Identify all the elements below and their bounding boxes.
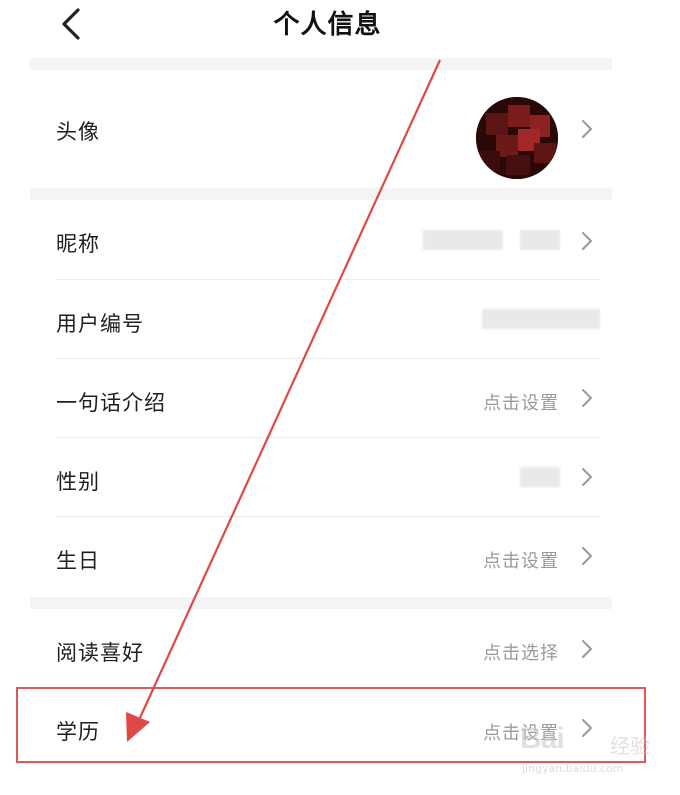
chevron-right-icon xyxy=(582,640,592,658)
row-nickname-label: 昵称 xyxy=(56,232,100,256)
chevron-right-icon xyxy=(582,547,592,565)
row-education-label: 学历 xyxy=(56,720,100,744)
row-reading-label: 阅读喜好 xyxy=(56,641,144,665)
redacted-value xyxy=(423,230,503,250)
redacted-value xyxy=(482,309,600,329)
row-intro-label: 一句话介绍 xyxy=(56,391,166,415)
row-reading-preference[interactable]: 阅读喜好 点击选择 xyxy=(30,609,612,689)
row-reading-value: 点击选择 xyxy=(483,643,559,664)
row-avatar-label: 头像 xyxy=(56,120,100,144)
chevron-right-icon xyxy=(582,719,592,737)
chevron-right-icon xyxy=(582,389,592,407)
row-user-id-label: 用户编号 xyxy=(56,312,144,336)
row-intro[interactable]: 一句话介绍 点击设置 xyxy=(30,359,612,438)
row-education-value: 点击设置 xyxy=(483,723,559,744)
row-gender[interactable]: 性别 xyxy=(30,438,612,517)
row-intro-value: 点击设置 xyxy=(483,393,559,414)
row-gender-label: 性别 xyxy=(56,470,100,494)
chevron-right-icon xyxy=(582,232,592,250)
top-nav-bar: 个人信息 xyxy=(0,0,680,58)
section-gap xyxy=(30,58,612,70)
section-gap xyxy=(30,769,612,795)
section-gap xyxy=(30,597,612,609)
row-birthday[interactable]: 生日 点击设置 xyxy=(30,517,612,597)
row-birthday-value: 点击设置 xyxy=(483,551,559,572)
row-avatar[interactable]: 头像 xyxy=(30,70,612,188)
chevron-right-icon xyxy=(582,120,592,138)
row-birthday-label: 生日 xyxy=(56,549,100,573)
redacted-value xyxy=(520,467,560,487)
section-gap xyxy=(30,188,612,200)
watermark-subtitle: 经验 xyxy=(610,734,650,758)
redacted-value xyxy=(520,230,560,250)
chevron-right-icon xyxy=(582,468,592,486)
page-title: 个人信息 xyxy=(273,10,382,40)
row-user-id: 用户编号 xyxy=(30,280,612,359)
row-education[interactable]: 学历 点击设置 xyxy=(30,689,612,769)
row-nickname[interactable]: 昵称 xyxy=(30,200,612,280)
avatar xyxy=(476,97,558,179)
